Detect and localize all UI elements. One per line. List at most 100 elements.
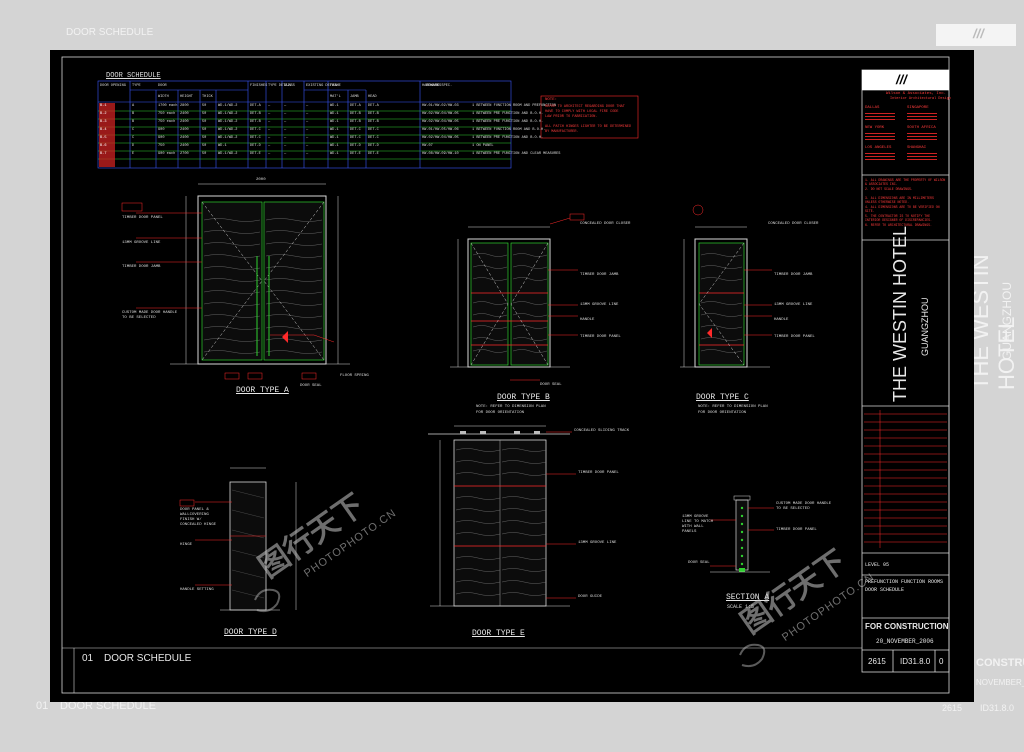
schedule-cell: 750 each bbox=[158, 120, 176, 124]
office-detail-line bbox=[865, 156, 895, 157]
section-a-drawing bbox=[710, 495, 774, 573]
schedule-cell: DET-D bbox=[250, 144, 261, 148]
office-detail-line bbox=[907, 156, 937, 157]
schedule-cell: WD-1 bbox=[330, 136, 339, 140]
schedule-cell: 750 each bbox=[158, 112, 176, 116]
schedule-cell: — bbox=[284, 104, 287, 108]
schedule-cell: HW-01/HW-02/HW-03 bbox=[422, 104, 459, 108]
titleblock-status: FOR CONSTRUCTION bbox=[865, 622, 949, 631]
schedule-cell: WD-1/WD-2 bbox=[218, 136, 238, 140]
schedule-cell: HW-02/HW-04/HW-05 bbox=[422, 112, 459, 116]
schedule-cell: B bbox=[132, 112, 135, 116]
ghost-city: GUANGZHOU bbox=[1000, 282, 1014, 360]
label-door-type-b: DOOR TYPE B bbox=[497, 393, 550, 402]
schedule-cell: 50 bbox=[202, 128, 207, 132]
schedule-cell: 900 each bbox=[158, 152, 176, 156]
note-line: BY MANUFACTURER. bbox=[545, 130, 579, 134]
schedule-cell: DET-B bbox=[368, 120, 379, 124]
schedule-header: FINISHES bbox=[250, 84, 268, 88]
revision-lines bbox=[864, 410, 947, 548]
schedule-cell: 1 BETWEEN PRE FUNCTION AND B.O.H. bbox=[472, 136, 544, 140]
schedule-cell: DET-C bbox=[350, 128, 361, 132]
office-name: SOUTH AFRICA bbox=[907, 126, 936, 130]
note-line: LAW PRIOR TO FABRICATION. bbox=[545, 115, 598, 119]
door-type-c-drawing bbox=[680, 204, 772, 368]
schedule-cell: DET-C bbox=[350, 136, 361, 140]
door-type-e-drawing bbox=[428, 425, 576, 607]
schedule-cell: 50 bbox=[202, 104, 207, 108]
schedule-cell: — bbox=[306, 104, 309, 108]
ghost-logo-mark: /// bbox=[973, 26, 984, 41]
general-note: 1. ALL DRAWINGS ARE THE PROPERTY OF WILS… bbox=[865, 178, 946, 186]
schedule-cell: — bbox=[306, 128, 309, 132]
schedule-header: DOOR OPENING bbox=[100, 84, 126, 88]
footer-number: 01 bbox=[82, 653, 94, 664]
callout-d-1: HINGE bbox=[180, 543, 193, 547]
office-detail-line bbox=[907, 133, 937, 134]
schedule-subheader: MAT'L bbox=[330, 95, 341, 99]
note-line: HAVE TO COMPLY WITH LOCAL FIRE CODE bbox=[545, 110, 619, 114]
schedule-cell: 900 bbox=[158, 128, 165, 132]
callout-a-2: TIMBER DOOR JAMB bbox=[122, 265, 161, 269]
schedule-cell: WD-1 bbox=[330, 112, 339, 116]
titleblock-drawing-title-2: DOOR SCHEDULE bbox=[865, 587, 905, 593]
schedule-cell: 1 BETWEEN PRE FUNCTION AND B.O.H. bbox=[472, 120, 544, 124]
schedule-cell: — bbox=[306, 152, 309, 156]
office-detail-line bbox=[865, 119, 895, 120]
schedule-cell: DET-A bbox=[368, 104, 379, 108]
callout-b-2: 13MM GROOVE LINE bbox=[580, 303, 619, 307]
titleblock-hotel: THE WESTIN HOTEL bbox=[890, 225, 910, 402]
schedule-cell: 50 bbox=[202, 144, 207, 148]
label-door-type-c: DOOR TYPE C bbox=[696, 393, 749, 402]
office-detail-line bbox=[907, 139, 937, 140]
schedule-cell: WD-1/WD-2 bbox=[218, 112, 238, 116]
callout-sec-3: DOOR SEAL bbox=[688, 561, 710, 565]
label-door-type-e: DOOR TYPE E bbox=[472, 629, 525, 638]
schedule-cell: B-5 bbox=[100, 136, 107, 140]
schedule-cell: HW-01/HW-05/HW-06 bbox=[422, 128, 459, 132]
schedule-cell: — bbox=[268, 144, 271, 148]
schedule-cell: 1 BETWEEN PRE FUNCTION AND CLEAR MEASURE… bbox=[472, 152, 561, 156]
schedule-cell: 50 bbox=[202, 120, 207, 124]
schedule-cell: — bbox=[284, 128, 287, 132]
titleblock-date: 20_NOVEMBER_2006 bbox=[876, 638, 934, 645]
schedule-cell: DET-C bbox=[250, 136, 261, 140]
office-detail-line bbox=[865, 136, 895, 137]
titleblock-project-no: 2615 bbox=[868, 657, 886, 666]
note-line: ALL PATCH HINGES LIGHTER TO BE DETERMINE… bbox=[545, 125, 632, 129]
schedule-cell: 50 bbox=[202, 112, 207, 116]
callout-e-2: 13MM GROOVE LINE bbox=[578, 541, 617, 545]
titleblock-level: LEVEL 05 bbox=[865, 562, 890, 568]
schedule-cell: DET-A bbox=[350, 104, 361, 108]
note-b-2: FOR DOOR ORIENTATION bbox=[476, 411, 525, 415]
callout-sec-1: TIMBER DOOR PANEL bbox=[776, 528, 817, 532]
schedule-cell: DET-E bbox=[250, 152, 261, 156]
schedule-cell: 2800 bbox=[180, 104, 189, 108]
schedule-subheader: HEIGHT bbox=[180, 95, 193, 99]
schedule-cell: DET-B bbox=[250, 120, 261, 124]
schedule-cell: B-2 bbox=[100, 112, 107, 116]
schedule-cell: 900 bbox=[158, 136, 165, 140]
callout-e-3: DOOR GUIDE bbox=[578, 595, 603, 599]
schedule-cell: 2400 bbox=[180, 120, 189, 124]
schedule-cell: B-6 bbox=[100, 144, 107, 148]
schedule-cell: — bbox=[268, 104, 271, 108]
schedule-cell: 1 ON PANEL bbox=[472, 144, 494, 148]
schedule-cell: DET-C bbox=[368, 128, 379, 132]
schedule-header: DOOR bbox=[158, 84, 167, 88]
schedule-subheader: THICK bbox=[202, 95, 213, 99]
schedule-cell: DET-E bbox=[368, 152, 379, 156]
general-note: 3. ALL DIMENSIONS ARE IN MILLIMETERS UNL… bbox=[865, 196, 934, 204]
callout-sec-0: CUSTOM MADE DOOR HANDLE TO BE SELECTED bbox=[776, 502, 832, 511]
schedule-cell: WD-1 bbox=[330, 144, 339, 148]
office-name: DALLAS bbox=[865, 106, 880, 110]
note-c-2: FOR DOOR ORIENTATION bbox=[698, 411, 747, 415]
schedule-cell: DET-B bbox=[368, 112, 379, 116]
office-detail-line bbox=[865, 159, 895, 160]
schedule-cell: — bbox=[268, 120, 271, 124]
office-detail-line bbox=[907, 159, 937, 160]
schedule-cell: WD-1/WD-2 bbox=[218, 104, 238, 108]
schedule-cell: — bbox=[306, 120, 309, 124]
schedule-cell: B-4 bbox=[100, 128, 107, 132]
schedule-subheader: WIDTH bbox=[158, 95, 169, 99]
